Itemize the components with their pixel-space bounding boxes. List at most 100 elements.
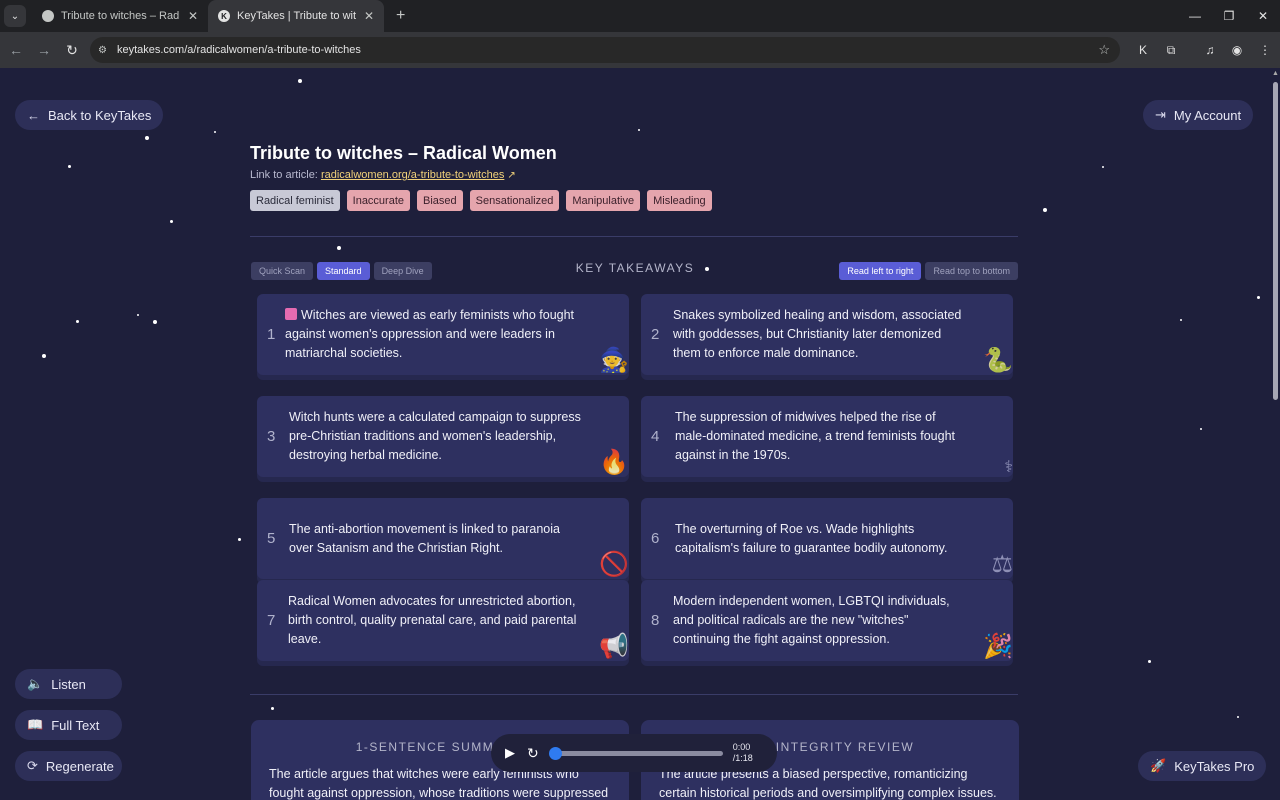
close-icon[interactable]: ✕ xyxy=(364,9,374,23)
mode-quick-scan[interactable]: Quick Scan xyxy=(251,262,314,280)
close-icon[interactable]: ✕ xyxy=(188,9,198,23)
takeaway-number: 4 xyxy=(651,428,660,445)
mode-deep-dive[interactable]: Deep Dive xyxy=(373,262,432,280)
celebration-icon: 🎉 xyxy=(983,633,1013,660)
star-decoration xyxy=(271,707,274,710)
browser-tab-keytakes[interactable]: K KeyTakes | Tribute to witches – R ✕ xyxy=(208,0,384,32)
menu-dots-icon[interactable]: ⋮ xyxy=(1255,40,1275,60)
prohibited-icon: 🚫 xyxy=(599,551,629,578)
takeaway-card-7[interactable]: 7 Radical Women advocates for unrestrict… xyxy=(257,580,629,661)
current-time: 0:00 xyxy=(732,742,751,752)
star-decoration xyxy=(238,538,241,541)
media-control-icon[interactable]: ♫ xyxy=(1200,40,1220,60)
star-decoration xyxy=(298,79,302,83)
article-title: Tribute to witches – Radical Women xyxy=(250,143,557,163)
takeaway-text: Radical Women advocates for unrestricted… xyxy=(288,594,577,646)
keytakes-extension-icon[interactable]: K xyxy=(1133,40,1153,60)
article-link[interactable]: radicalwomen.org/a-tribute-to-witches xyxy=(321,169,504,181)
play-icon[interactable]: ▶ xyxy=(505,745,515,761)
keytakes-logo-icon: K xyxy=(218,10,230,22)
witch-icon: 🧙 xyxy=(599,347,629,374)
order-top-to-bottom[interactable]: Read top to bottom xyxy=(925,262,1018,280)
book-icon: 📖 xyxy=(27,717,44,732)
minimize-icon[interactable]: — xyxy=(1178,0,1212,32)
divider xyxy=(250,694,1018,695)
tab-title: KeyTakes | Tribute to witches – R xyxy=(237,10,356,22)
takeaway-text: Modern independent women, LGBTQI individ… xyxy=(673,594,950,646)
star-decoration xyxy=(638,129,640,131)
takeaway-text: Witch hunts were a calculated campaign t… xyxy=(289,410,581,462)
star-decoration xyxy=(1148,660,1151,663)
takeaway-text: The overturning of Roe vs. Wade highligh… xyxy=(675,521,948,555)
takeaway-number: 7 xyxy=(267,612,276,629)
takeaway-card-1[interactable]: 1 Witches are viewed as early feminists … xyxy=(257,294,629,375)
full-text-button[interactable]: 📖 Full Text xyxy=(15,710,122,740)
close-window-icon[interactable]: ✕ xyxy=(1246,0,1280,32)
scroll-up-icon[interactable]: ▲ xyxy=(1272,70,1279,77)
regenerate-button[interactable]: ⟳ Regenerate xyxy=(15,751,122,781)
regenerate-label: Regenerate xyxy=(45,758,114,774)
audio-player: ▶ ↻ 0:00 /1:18 xyxy=(491,734,777,772)
takeaway-card-3[interactable]: 3 Witch hunts were a calculated campaign… xyxy=(257,396,629,477)
takeaway-text-content: Witches are viewed as early feminists wh… xyxy=(285,308,575,360)
total-time: /1:18 xyxy=(732,753,753,763)
profile-icon[interactable]: ◉ xyxy=(1227,40,1247,60)
link-prefix: Link to article: xyxy=(250,169,318,181)
takeaway-number: 2 xyxy=(651,326,660,343)
mode-standard[interactable]: Standard xyxy=(317,262,370,280)
order-left-to-right[interactable]: Read left to right xyxy=(839,262,922,280)
keytakes-pro-button[interactable]: 🚀 KeyTakes Pro xyxy=(1138,751,1267,781)
audio-progress-slider[interactable] xyxy=(548,746,723,760)
speaker-icon: 🔈 xyxy=(27,676,44,691)
tag-radical-feminist: Radical feminist xyxy=(250,190,340,211)
tab-title: Tribute to witches – Radical Wo xyxy=(61,10,180,22)
takeaway-card-5[interactable]: 5 The anti-abortion movement is linked t… xyxy=(257,498,629,579)
fulltext-label: Full Text xyxy=(51,717,100,733)
url-field[interactable]: ⚙ keytakes.com/a/radicalwomen/a-tribute-… xyxy=(90,37,1120,63)
page-scrollbar[interactable]: ▲ xyxy=(1270,68,1280,800)
takeaway-card-2[interactable]: 2 Snakes symbolized healing and wisdom, … xyxy=(641,294,1013,375)
window-controls: — ❐ ✕ xyxy=(1178,0,1280,32)
takeaway-card-4[interactable]: 4 The suppression of midwives helped the… xyxy=(641,396,1013,477)
divider xyxy=(250,236,1018,237)
back-to-keytakes-button[interactable]: ← Back to KeyTakes xyxy=(15,100,164,130)
takeaway-text: Snakes symbolized healing and wisdom, as… xyxy=(673,308,962,360)
star-decoration xyxy=(1257,296,1260,299)
browser-tab-article[interactable]: Tribute to witches – Radical Wo ✕ xyxy=(32,0,208,32)
star-decoration xyxy=(153,320,157,324)
my-account-button[interactable]: ⇥ My Account xyxy=(1143,100,1254,130)
takeaway-number: 3 xyxy=(267,428,276,445)
browser-tab-strip: ⌄ Tribute to witches – Radical Wo ✕ K Ke… xyxy=(0,0,1280,32)
tag-inaccurate: Inaccurate xyxy=(346,190,411,211)
external-link-icon[interactable]: ↗ xyxy=(507,170,515,181)
site-settings-icon[interactable]: ⚙ xyxy=(98,45,107,56)
takeaway-number: 8 xyxy=(651,612,660,629)
takeaway-number: 6 xyxy=(651,530,660,547)
bias-tags: Radical feminist Inaccurate Biased Sensa… xyxy=(250,190,712,211)
detail-mode-toggle: Quick Scan Standard Deep Dive xyxy=(251,262,432,280)
pro-label: KeyTakes Pro xyxy=(1174,758,1255,774)
listen-button[interactable]: 🔈 Listen xyxy=(15,669,122,699)
restore-icon[interactable]: ❐ xyxy=(1212,0,1246,32)
extensions-puzzle-icon[interactable]: ⧉ xyxy=(1161,40,1181,60)
forward-arrow-icon[interactable]: → xyxy=(30,42,58,58)
tag-misleading: Misleading xyxy=(647,190,712,211)
back-arrow-icon[interactable]: ← xyxy=(2,42,30,58)
takeaway-card-6[interactable]: 6 The overturning of Roe vs. Wade highli… xyxy=(641,498,1013,579)
new-tab-icon[interactable]: + xyxy=(396,7,405,25)
takeaway-card-8[interactable]: 8 Modern independent women, LGBTQI indiv… xyxy=(641,580,1013,661)
bookmark-star-icon[interactable]: ☆ xyxy=(1098,42,1110,58)
arrow-left-icon: ← xyxy=(27,107,40,123)
takeaway-text: The anti-abortion movement is linked to … xyxy=(289,521,560,555)
star-decoration xyxy=(337,246,341,250)
slider-knob[interactable] xyxy=(548,746,562,760)
tab-search-button[interactable]: ⌄ xyxy=(4,5,26,27)
replay-icon[interactable]: ↻ xyxy=(527,745,539,762)
reading-order-toggle: Read left to right Read top to bottom xyxy=(839,262,1018,280)
reload-icon[interactable]: ↻ xyxy=(58,42,86,59)
takeaway-text: Witches are viewed as early feminists wh… xyxy=(285,294,581,375)
star-decoration xyxy=(214,131,216,133)
scrollbar-thumb[interactable] xyxy=(1273,82,1278,400)
star-decoration xyxy=(76,320,79,323)
page-content: ▲ ← Back to KeyTakes ⇥ My Account Tribut… xyxy=(0,68,1280,800)
